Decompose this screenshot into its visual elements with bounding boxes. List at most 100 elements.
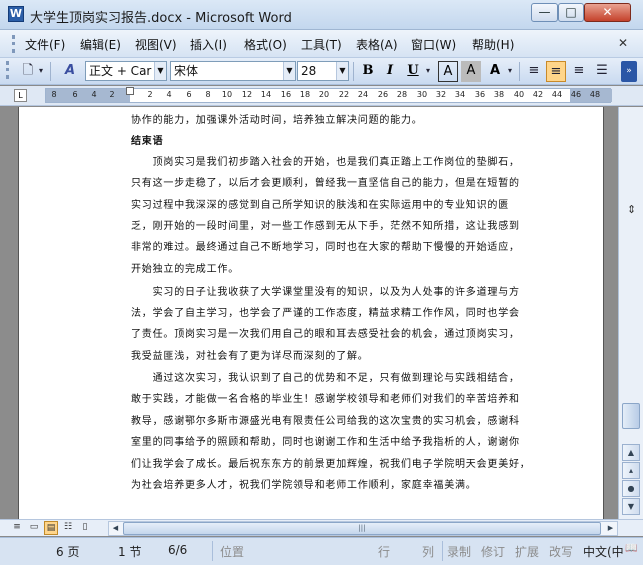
horizontal-scroll-thumb[interactable]: ||| — [123, 522, 601, 535]
text-line[interactable]: 法，学会了自主学习，也学会了严谨的工作态度，精益求精工作作风，同时也学会 — [131, 304, 520, 319]
style-combo[interactable]: 正文 + Car ▼ — [85, 61, 167, 81]
menu-edit[interactable]: 编辑(E) — [80, 36, 121, 53]
status-extend[interactable]: 扩展 — [515, 543, 539, 560]
ruler-number: 2 — [147, 90, 153, 99]
scroll-left-icon[interactable]: ◀ — [109, 522, 122, 535]
formatting-toolbar: 🗋 ▾ A 正文 + Car ▼ 宋体 ▼ 28 ▼ B I U ▾ A A A… — [0, 58, 643, 85]
text-line[interactable]: 只有这一步走稳了，以后才会更顺利，曾经我一直坚信自己的能力，但是在短暂的 — [131, 174, 520, 189]
text-line[interactable]: 敢于实践，才能做一名合格的毕业生！感谢学校领导和老师们对我们的辛苦培养和 — [131, 390, 520, 405]
select-browse-object-icon[interactable]: ● — [622, 480, 640, 497]
highlight-button[interactable]: A — [485, 61, 505, 82]
scroll-right-icon[interactable]: ▶ — [604, 522, 617, 535]
previous-page-icon[interactable]: ▲ — [622, 444, 640, 461]
status-overtype[interactable]: 改写 — [549, 543, 573, 560]
ruler-number: 48 — [589, 90, 601, 99]
text-line[interactable]: 们让我学会了成长。最后祝东东方的前景更加辉煌，祝我们电子学院明天会更美好， — [131, 455, 531, 470]
chevron-down-icon[interactable]: ▼ — [283, 62, 295, 80]
status-record[interactable]: 录制 — [447, 543, 471, 560]
ruler-number: 42 — [532, 90, 544, 99]
web-view-icon[interactable]: ▭ — [27, 521, 41, 535]
text-line[interactable]: 实习过程中我深深的感觉到自己所学知识的肤浅和在实际运用中的专业知识的匮 — [131, 196, 509, 211]
ruler-number: 10 — [221, 90, 233, 99]
text-line[interactable]: 通过这次实习，我认识到了自己的优势和不足，只有做到理论与实践相结合， — [131, 369, 520, 384]
ruler-row: L 8 6 4 2 2 4 6 8 10 12 14 16 18 20 22 24 26 28 30 32 34 36 38… — [0, 86, 643, 106]
vertical-scrollbar[interactable]: ⇕ ▲ ▴ ● ▼ — [618, 107, 643, 519]
chevron-down-icon[interactable]: ▼ — [336, 62, 348, 80]
ruler-number: 40 — [513, 90, 525, 99]
close-document-icon[interactable]: ✕ — [618, 36, 628, 50]
menu-table[interactable]: 表格(A) — [356, 36, 398, 53]
maximize-button[interactable]: □ — [558, 3, 584, 22]
text-line[interactable]: 为社会培养更多人才，祝我们学院领导和老师工作顺利，家庭幸福美满。 — [131, 476, 477, 491]
status-line: 行 — [378, 545, 391, 559]
underline-button[interactable]: U — [403, 61, 423, 82]
menu-help[interactable]: 帮助(H) — [472, 36, 514, 53]
section-heading[interactable]: 结束语 — [131, 132, 163, 147]
status-section: 1 节 — [118, 545, 142, 559]
text-line[interactable]: 了责任。顶岗实习是一次我们用自己的眼和耳去感受社会的机会，通过顶岗实习， — [131, 325, 520, 340]
style-value: 正文 + Car — [89, 64, 152, 78]
styles-pane-icon[interactable]: A — [60, 61, 80, 82]
vertical-scroll-thumb[interactable] — [622, 403, 640, 429]
text-line[interactable]: 教导，感谢鄂尔多斯市源盛光电有限责任公司给我的这次宝贵的实习机会，感谢科 — [131, 412, 520, 427]
font-combo[interactable]: 宋体 ▼ — [170, 61, 296, 81]
status-track-changes[interactable]: 修订 — [481, 543, 505, 560]
ruler-number: 2 — [109, 90, 115, 99]
text-line[interactable]: 非常的难过。最终通过自己不断地学习，同时也在大家的帮助下慢慢的开始适应， — [131, 238, 520, 253]
menu-window[interactable]: 窗口(W) — [411, 36, 456, 53]
text-line[interactable]: 乏，刚开始的一段时间里，对一些工作感到无从下手，茫然不知所措，这让我感到 — [131, 217, 520, 232]
reading-view-icon[interactable]: ▯ — [78, 521, 92, 535]
menu-format[interactable]: 格式(O) — [244, 36, 287, 53]
toolbar-grip-icon[interactable] — [6, 61, 12, 79]
document-page[interactable]: 协作的能力，加强课外活动时间，培养独立解决问题的能力。 结束语 顶岗实习是我们初步… — [18, 107, 604, 519]
normal-view-icon[interactable]: ≡ — [10, 521, 24, 535]
close-button[interactable]: ✕ — [584, 3, 631, 22]
toolbar-overflow-icon[interactable]: » — [621, 61, 637, 82]
ruler-number: 8 — [51, 90, 57, 99]
status-page-of: 6/6 — [168, 543, 188, 557]
italic-button[interactable]: I — [380, 61, 400, 82]
scroll-up-icon[interactable]: ▴ — [622, 462, 640, 479]
text-line[interactable]: 协作的能力，加强课外活动时间，培养独立解决问题的能力。 — [131, 111, 423, 126]
ruler-number: 12 — [241, 90, 253, 99]
underline-dropdown-icon[interactable]: ▾ — [423, 61, 433, 82]
menu-insert[interactable]: 插入(I) — [190, 36, 227, 53]
ruler-number: 36 — [474, 90, 486, 99]
new-document-icon[interactable]: 🗋 — [18, 61, 38, 82]
text-line[interactable]: 我受益匪浅，对社会有了更为详尽而深刻的了解。 — [131, 347, 369, 362]
character-border-button[interactable]: A — [438, 61, 458, 82]
first-line-indent-marker[interactable] — [126, 87, 134, 95]
menu-tools[interactable]: 工具(T) — [301, 36, 342, 53]
chevron-down-icon[interactable]: ▼ — [154, 62, 166, 80]
spelling-status-icon[interactable]: 📖 — [625, 543, 637, 554]
highlight-dropdown-icon[interactable]: ▾ — [505, 61, 515, 82]
document-area[interactable]: 协作的能力，加强课外活动时间，培养独立解决问题的能力。 结束语 顶岗实习是我们初步… — [0, 107, 618, 519]
minimize-button[interactable]: — — [531, 3, 558, 22]
text-line[interactable]: 实习的日子让我收获了大学课堂里没有的知识，以及为人处事的许多道理与方 — [131, 283, 520, 298]
window-title: 大学生顶岗实习报告.docx - Microsoft Word — [30, 11, 292, 26]
split-handle-icon[interactable]: ⇕ — [627, 203, 639, 216]
bold-button[interactable]: B — [358, 61, 378, 82]
ruler-number: 34 — [454, 90, 466, 99]
align-left-icon[interactable]: ≡ — [524, 61, 544, 82]
horizontal-scrollbar[interactable]: ◀ ||| ▶ — [108, 521, 618, 536]
text-line[interactable]: 顶岗实习是我们初步踏入社会的开始，也是我们真正踏上工作岗位的垫脚石， — [131, 153, 520, 168]
toolbar-options-icon[interactable]: ▾ — [36, 61, 46, 82]
align-center-icon[interactable]: ≡ — [546, 61, 566, 82]
character-shading-button[interactable]: A — [461, 61, 481, 82]
ruler-number: 6 — [72, 90, 78, 99]
word-app-icon[interactable]: W — [8, 6, 24, 22]
font-size-combo[interactable]: 28 ▼ — [297, 61, 349, 81]
menubar-grip-icon[interactable] — [12, 35, 15, 53]
text-line[interactable]: 开始独立的完成工作。 — [131, 260, 239, 275]
outline-view-icon[interactable]: ☷ — [61, 521, 75, 535]
print-layout-icon[interactable]: ▤ — [44, 521, 58, 535]
tab-stop-selector[interactable]: L — [14, 89, 27, 102]
align-right-icon[interactable]: ≡ — [569, 61, 589, 82]
justify-icon[interactable]: ☰ — [592, 61, 612, 82]
view-scroll-row: ≡ ▭ ▤ ☷ ▯ ◀ ||| ▶ — [0, 519, 643, 536]
text-line[interactable]: 室里的同事给予的照顾和帮助，同时也谢谢工作和生活中给予我指析的人，谢谢你 — [131, 433, 520, 448]
menu-file[interactable]: 文件(F) — [25, 36, 65, 53]
next-page-icon[interactable]: ▼ — [622, 498, 640, 515]
menu-view[interactable]: 视图(V) — [135, 36, 177, 53]
